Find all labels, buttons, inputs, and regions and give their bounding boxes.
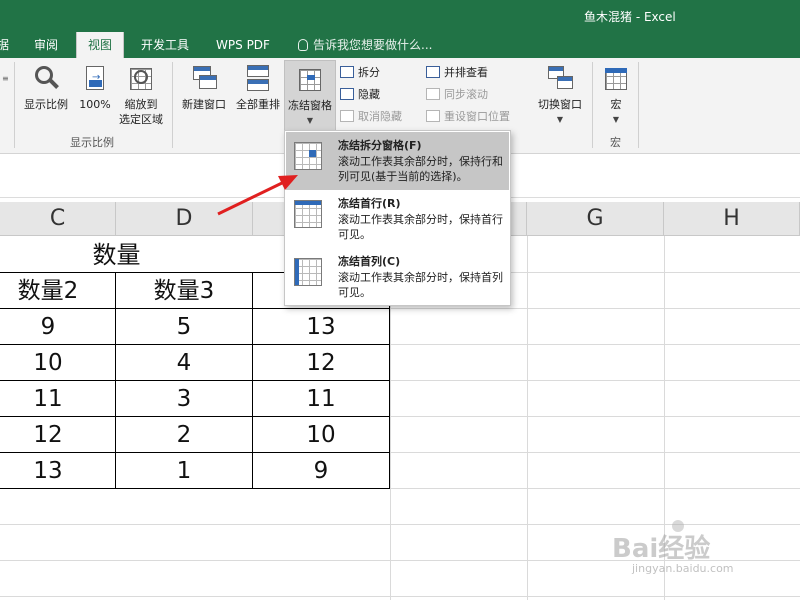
watermark-logo: Bai经验 — [612, 534, 711, 564]
arrow-shaft — [217, 181, 283, 216]
watermark-url: jingyan.baidu.com — [632, 562, 734, 575]
annotation-arrow — [217, 175, 298, 216]
